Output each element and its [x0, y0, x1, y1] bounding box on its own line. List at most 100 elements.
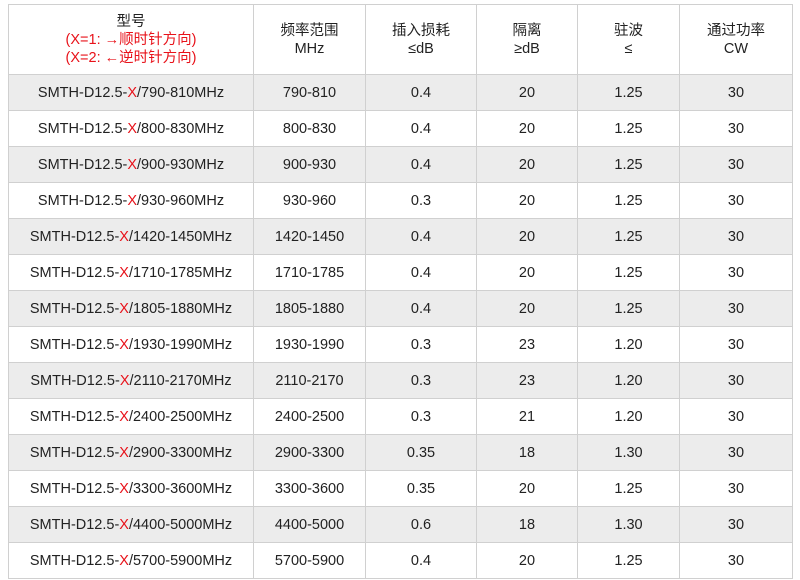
- header-frequency: 频率范围 MHz: [253, 4, 366, 75]
- cell-power: 30: [679, 398, 793, 435]
- cell-model: SMTH-D12.5-X/1420-1450MHz: [8, 218, 254, 255]
- cell-isolation: 20: [476, 74, 578, 111]
- model-direction-x: X: [119, 336, 129, 353]
- cell-vswr: 1.20: [577, 398, 680, 435]
- model-direction-x: X: [127, 156, 138, 173]
- model-suffix: /1930-1990MHz: [128, 336, 233, 353]
- header-power: 通过功率 CW: [679, 4, 793, 75]
- cell-model: SMTH-D12.5-X/1930-1990MHz: [8, 326, 254, 363]
- model-suffix: /2400-2500MHz: [128, 408, 233, 425]
- table-row: SMTH-D12.5-X/790-810MHz 790-810 0.4 20 1.25 3…: [8, 74, 793, 111]
- cell-power: 30: [679, 110, 793, 147]
- cell-frequency: 2400-2500: [253, 398, 366, 435]
- cell-frequency: 2900-3300: [253, 434, 366, 471]
- header-vswr: 驻波 ≤: [577, 4, 680, 75]
- cell-insertion-loss: 0.3: [365, 326, 477, 363]
- table-row: SMTH-D12.5-X/800-830MHz 800-830 0.4 20 1.25 3…: [8, 110, 793, 147]
- cell-isolation: 23: [476, 362, 578, 399]
- header-model-note-cw: (X=1: →顺时针方向): [65, 31, 197, 48]
- header-isolation-unit: ≥dB: [514, 40, 540, 57]
- cell-frequency: 1710-1785: [253, 254, 366, 291]
- cell-insertion-loss: 0.4: [365, 74, 477, 111]
- cell-frequency: 1805-1880: [253, 290, 366, 327]
- model-prefix: SMTH-D12.5-: [29, 552, 120, 569]
- cell-model: SMTH-D12.5-X/5700-5900MHz: [8, 542, 254, 579]
- spec-table-container: 型号 (X=1: →顺时针方向) (X=2: ←逆时针方向) 频率范围 MHz …: [0, 0, 800, 579]
- table-row: SMTH-D12.5-X/1930-1990MHz 1930-1990 0.3 23 1…: [8, 326, 793, 363]
- header-power-unit: CW: [723, 40, 749, 57]
- cell-insertion-loss: 0.3: [365, 398, 477, 435]
- cell-insertion-loss: 0.3: [365, 362, 477, 399]
- table-header: 型号 (X=1: →顺时针方向) (X=2: ←逆时针方向) 频率范围 MHz …: [8, 4, 793, 75]
- table-row: SMTH-D12.5-X/2400-2500MHz 2400-2500 0.3 21 1…: [8, 398, 793, 435]
- table-row: SMTH-D12.5-X/930-960MHz 930-960 0.3 20 1.25 3…: [8, 182, 793, 219]
- cell-power: 30: [679, 74, 793, 111]
- cell-power: 30: [679, 218, 793, 255]
- cell-power: 30: [679, 470, 793, 507]
- cell-power: 30: [679, 506, 793, 543]
- cell-vswr: 1.25: [577, 74, 680, 111]
- model-direction-x: X: [127, 192, 138, 209]
- model-direction-x: X: [127, 84, 138, 101]
- model-prefix: SMTH-D12.5-: [29, 408, 120, 425]
- table-row: SMTH-D12.5-X/2900-3300MHz 2900-3300 0.35 18…: [8, 434, 793, 471]
- table-row: SMTH-D12.5-X/1805-1880MHz 1805-1880 0.4 20 1…: [8, 290, 793, 327]
- model-prefix: SMTH-D12.5-: [29, 264, 120, 281]
- cell-frequency: 790-810: [253, 74, 366, 111]
- model-prefix: SMTH-D12.5-: [37, 192, 128, 209]
- cell-frequency: 3300-3600: [253, 470, 366, 507]
- header-isolation-label: 隔离: [512, 22, 542, 39]
- cell-frequency: 4400-5000: [253, 506, 366, 543]
- cell-isolation: 20: [476, 146, 578, 183]
- cell-model: SMTH-D12.5-X/1805-1880MHz: [8, 290, 254, 327]
- model-direction-x: X: [119, 228, 129, 245]
- cell-insertion-loss: 0.6: [365, 506, 477, 543]
- cell-vswr: 1.25: [577, 110, 680, 147]
- table-row: SMTH-D12.5-X/5700-5900MHz 5700-5900 0.4 20 1…: [8, 542, 793, 579]
- model-suffix: /5700-5900MHz: [128, 552, 233, 569]
- model-prefix: SMTH-D12.5-: [29, 336, 120, 353]
- cell-frequency: 930-960: [253, 182, 366, 219]
- cell-insertion-loss: 0.35: [365, 434, 477, 471]
- model-direction-x: X: [119, 264, 129, 281]
- model-suffix: /2900-3300MHz: [128, 444, 233, 461]
- cell-insertion-loss: 0.3: [365, 182, 477, 219]
- cell-power: 30: [679, 146, 793, 183]
- header-model-note-ccw: (X=2: ←逆时针方向): [65, 49, 197, 66]
- cell-isolation: 20: [476, 254, 578, 291]
- cell-vswr: 1.30: [577, 506, 680, 543]
- cell-isolation: 20: [476, 470, 578, 507]
- header-frequency-label: 频率范围: [280, 22, 339, 39]
- model-prefix: SMTH-D12.5-: [30, 372, 120, 389]
- model-direction-x: X: [119, 516, 129, 533]
- cell-isolation: 21: [476, 398, 578, 435]
- cell-isolation: 20: [476, 110, 578, 147]
- model-prefix: SMTH-D12.5-: [37, 156, 128, 173]
- model-direction-x: X: [119, 480, 129, 497]
- model-direction-x: X: [119, 408, 129, 425]
- cell-model: SMTH-D12.5-X/2400-2500MHz: [8, 398, 254, 435]
- model-direction-x: X: [119, 300, 129, 317]
- cell-insertion-loss: 0.4: [365, 218, 477, 255]
- model-suffix: /900-930MHz: [137, 156, 225, 173]
- model-direction-x: X: [119, 372, 130, 389]
- cell-power: 30: [679, 182, 793, 219]
- model-suffix: /930-960MHz: [137, 192, 225, 209]
- cell-vswr: 1.25: [577, 542, 680, 579]
- model-prefix: SMTH-D12.5-: [29, 480, 120, 497]
- cell-power: 30: [679, 542, 793, 579]
- cell-model: SMTH-D12.5-X/2110-2170MHz: [8, 362, 254, 399]
- cell-model: SMTH-D12.5-X/900-930MHz: [8, 146, 254, 183]
- cell-insertion-loss: 0.4: [365, 146, 477, 183]
- cell-insertion-loss: 0.4: [365, 542, 477, 579]
- model-suffix: /800-830MHz: [137, 120, 225, 137]
- table-row: SMTH-D12.5-X/3300-3600MHz 3300-3600 0.35 20…: [8, 470, 793, 507]
- cell-frequency: 800-830: [253, 110, 366, 147]
- header-insertion-loss-unit: ≤dB: [408, 40, 434, 57]
- model-prefix: SMTH-D12.5-: [29, 228, 120, 245]
- cell-vswr: 1.25: [577, 218, 680, 255]
- cell-isolation: 23: [476, 326, 578, 363]
- model-prefix: SMTH-D12.5-: [29, 300, 120, 317]
- cell-insertion-loss: 0.4: [365, 254, 477, 291]
- cell-frequency: 900-930: [253, 146, 366, 183]
